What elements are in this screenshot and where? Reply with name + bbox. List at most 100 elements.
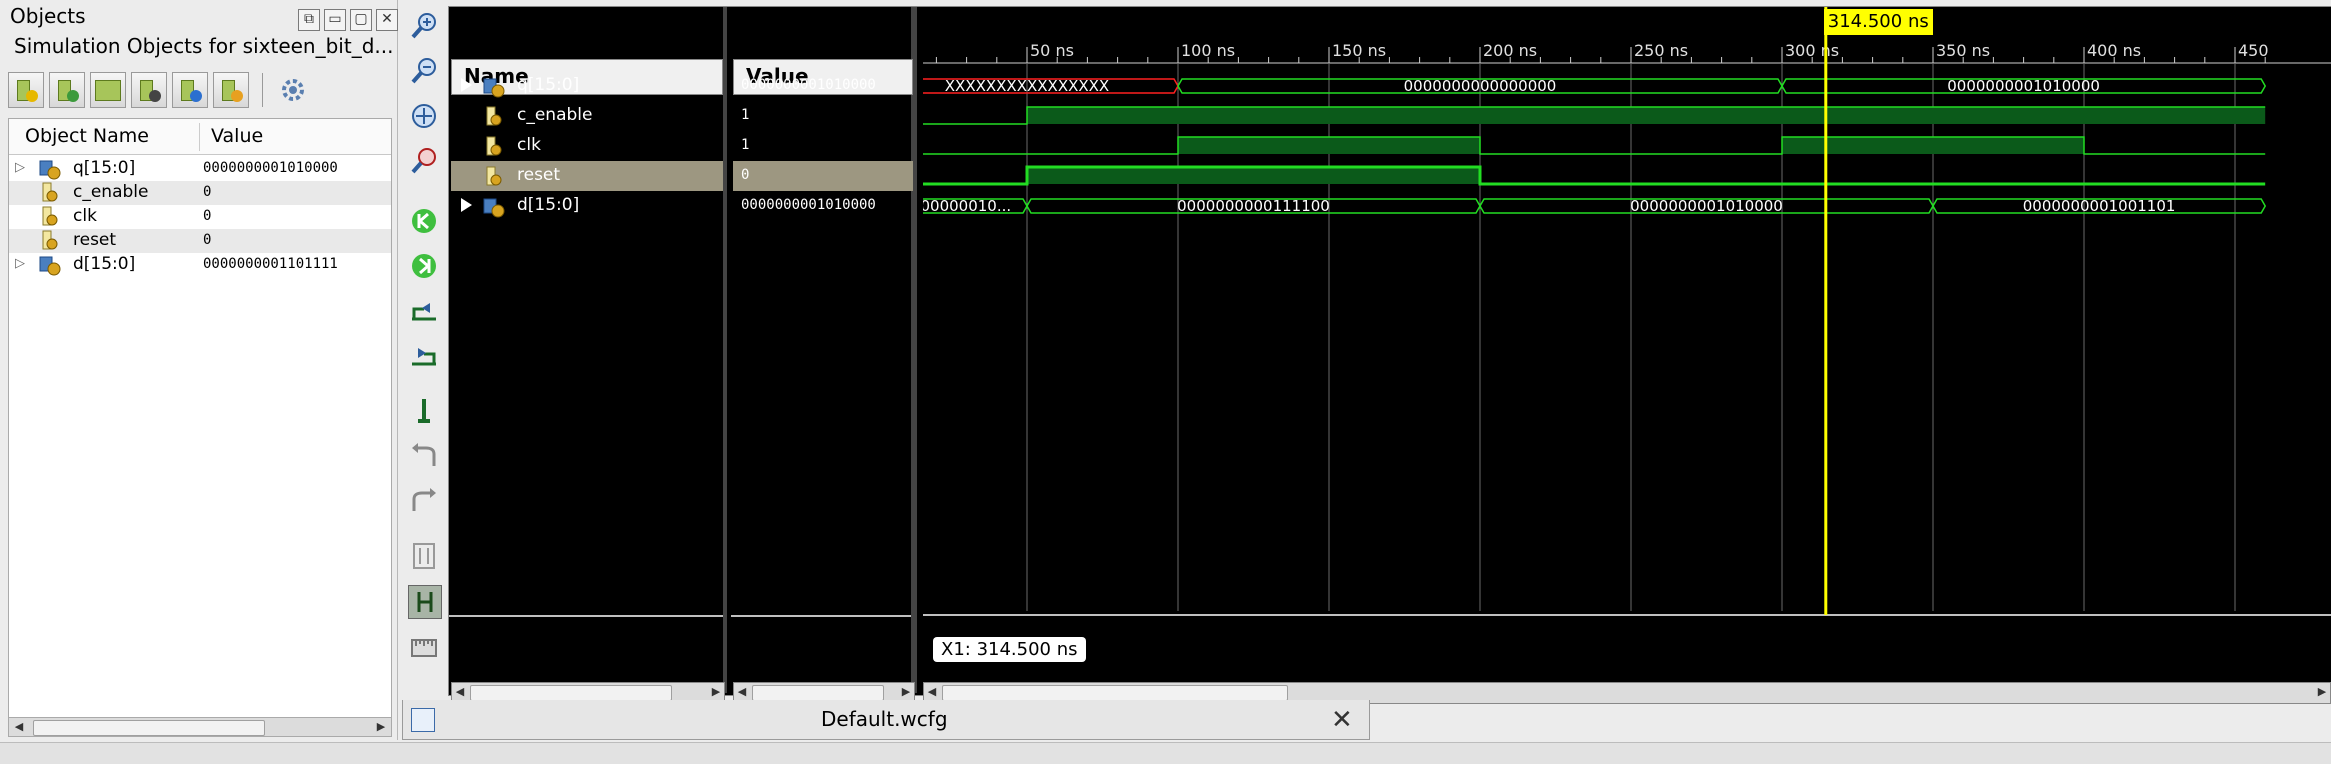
d-bus-segment-label: 0000000001010000 — [1630, 197, 1783, 215]
q-bus-segment-label: 0000000000000000 — [1404, 77, 1557, 95]
scrollbar-thumb[interactable] — [33, 720, 265, 736]
bidir-filter-icon[interactable] — [90, 72, 126, 108]
editor-tab-default-wcfg[interactable]: Default.wcfg ✕ — [402, 700, 1370, 740]
value-column-header[interactable]: Value — [211, 125, 263, 147]
time-tick-label: 200 ns — [1483, 41, 1537, 60]
wave-signal-name: reset — [517, 165, 561, 185]
wave-value-row[interactable]: 1 — [733, 101, 913, 131]
previous-marker-icon[interactable] — [408, 440, 440, 472]
variable-filter-icon[interactable] — [213, 72, 249, 108]
wave-signal-row[interactable]: clk — [451, 131, 723, 161]
object-row[interactable]: c_enable 0 — [9, 181, 391, 205]
scroll-left-icon[interactable]: ◀ — [924, 683, 940, 701]
wave-signal-value: 1 — [741, 107, 750, 123]
q-bus-segment-label: XXXXXXXXXXXXXXXX — [945, 77, 1109, 95]
wave-signal-value: 0000000001010000 — [741, 197, 876, 213]
next-marker-icon[interactable] — [408, 485, 440, 517]
editor-tab-label[interactable]: Default.wcfg — [821, 707, 948, 731]
wave-signal-value: 0000000001010000 — [741, 77, 876, 93]
scroll-left-icon[interactable]: ◀ — [11, 718, 27, 736]
maximize-icon[interactable]: ▢ — [350, 9, 372, 31]
expand-arrow-icon[interactable]: ▷ — [15, 256, 25, 271]
zoom-in-icon[interactable] — [408, 10, 440, 42]
objects-toolbar — [8, 72, 310, 108]
snap-to-transition-icon[interactable] — [408, 585, 442, 619]
expand-triangle-icon[interactable] — [461, 78, 472, 92]
object-value: 0000000001101111 — [203, 256, 338, 272]
scroll-right-icon[interactable]: ▶ — [898, 683, 914, 701]
object-value: 0 — [203, 232, 212, 248]
divider-line — [449, 615, 723, 617]
reset-high-fill — [1027, 167, 1480, 184]
scrollbar-thumb[interactable] — [470, 685, 672, 701]
object-row[interactable]: ▷ d[15:0] 0000000001101111 — [9, 253, 391, 277]
settings-gear-icon[interactable] — [276, 73, 310, 107]
zoom-out-icon[interactable] — [408, 55, 440, 87]
scrollbar-thumb[interactable] — [942, 685, 1288, 701]
close-icon[interactable]: ✕ — [376, 9, 398, 31]
scroll-left-icon[interactable]: ◀ — [734, 683, 750, 701]
object-name-column-header[interactable]: Object Name — [25, 125, 149, 147]
d-bus-segment-label: 0000000000111100 — [1177, 197, 1330, 215]
go-to-start-icon[interactable] — [408, 205, 440, 237]
wave-signal-value: 0 — [741, 167, 750, 183]
wave-signal-value: 1 — [741, 137, 750, 153]
scrollbar-thumb[interactable] — [752, 685, 884, 701]
scroll-right-icon[interactable]: ▶ — [708, 683, 724, 701]
bit-signal-icon — [42, 230, 58, 250]
time-tick-label: 400 ns — [2087, 41, 2141, 60]
wave-value-row[interactable]: 0000000001010000 — [733, 71, 913, 101]
object-name: clk — [73, 206, 97, 226]
object-row[interactable]: ▷ q[15:0] 0000000001010000 — [9, 157, 391, 181]
close-tab-icon[interactable]: ✕ — [1331, 705, 1353, 735]
add-marker-icon[interactable] — [408, 395, 440, 427]
minimize-icon[interactable]: ▭ — [324, 9, 346, 31]
wave-value-row[interactable]: 1 — [733, 131, 913, 161]
panel-window-controls: ⧉ ▭ ▢ ✕ — [298, 9, 398, 31]
constant-filter-icon[interactable] — [172, 72, 208, 108]
go-to-end-icon[interactable] — [408, 250, 440, 282]
objects-table-header: Object Name Value — [9, 119, 391, 155]
wave-signal-name: c_enable — [517, 105, 593, 125]
waveform-file-icon — [411, 708, 435, 732]
scroll-right-icon[interactable]: ▶ — [2314, 683, 2330, 701]
expand-arrow-icon[interactable]: ▷ — [15, 160, 25, 175]
swap-cursors-icon[interactable] — [408, 540, 440, 572]
internal-filter-icon[interactable] — [131, 72, 167, 108]
bit-signal-icon — [486, 166, 502, 186]
object-name: reset — [73, 230, 117, 250]
time-tick-label: 450 — [2238, 41, 2269, 60]
object-value: 0000000001010000 — [203, 160, 338, 176]
next-transition-icon[interactable] — [408, 340, 440, 372]
wave-signal-row[interactable]: reset — [451, 161, 723, 191]
scroll-left-icon[interactable]: ◀ — [452, 683, 468, 701]
wave-value-row[interactable]: 0000000001010000 — [733, 191, 913, 221]
floating-ruler-icon[interactable] — [408, 632, 440, 664]
object-row[interactable]: clk 0 — [9, 205, 391, 229]
restore-icon[interactable]: ⧉ — [298, 9, 320, 31]
clk-high-fill — [1782, 137, 2084, 154]
zoom-fit-icon[interactable] — [408, 100, 440, 132]
scroll-right-icon[interactable]: ▶ — [373, 718, 389, 736]
cursor-time-label[interactable]: 314.500 ns — [1823, 9, 1933, 35]
objects-horizontal-scrollbar[interactable]: ◀ ▶ — [8, 717, 392, 737]
wave-value-row[interactable]: 0 — [733, 161, 913, 191]
bus-signal-icon — [39, 160, 61, 180]
previous-transition-icon[interactable] — [408, 295, 440, 327]
cursor-x1-readout: X1: 314.500 ns — [933, 637, 1086, 662]
wave-signal-row[interactable]: c_enable — [451, 101, 723, 131]
wave-signal-row[interactable]: d[15:0] — [451, 191, 723, 221]
expand-triangle-icon[interactable] — [461, 198, 472, 212]
wave-signal-row[interactable]: q[15:0] — [451, 71, 723, 101]
waveform-canvas[interactable]: 50 ns 100 ns 150 ns 200 ns 250 ns 300 ns 350 n… — [923, 7, 2331, 704]
input-filter-icon[interactable] — [8, 72, 44, 108]
output-filter-icon[interactable] — [49, 72, 85, 108]
signal-value-column: Value 0000000001010000 1 1 0 000000000101000… — [731, 7, 917, 704]
object-row[interactable]: reset 0 — [9, 229, 391, 253]
time-tick-label: 250 ns — [1634, 41, 1688, 60]
bus-signal-icon — [39, 256, 61, 276]
time-tick-label: 150 ns — [1332, 41, 1386, 60]
bus-signal-icon — [483, 78, 505, 98]
waveform-window: Name q[15:0] c_enable clk reset d[15:0] ◀ ▶ … — [448, 6, 2331, 704]
zoom-to-cursor-icon[interactable] — [408, 145, 440, 177]
